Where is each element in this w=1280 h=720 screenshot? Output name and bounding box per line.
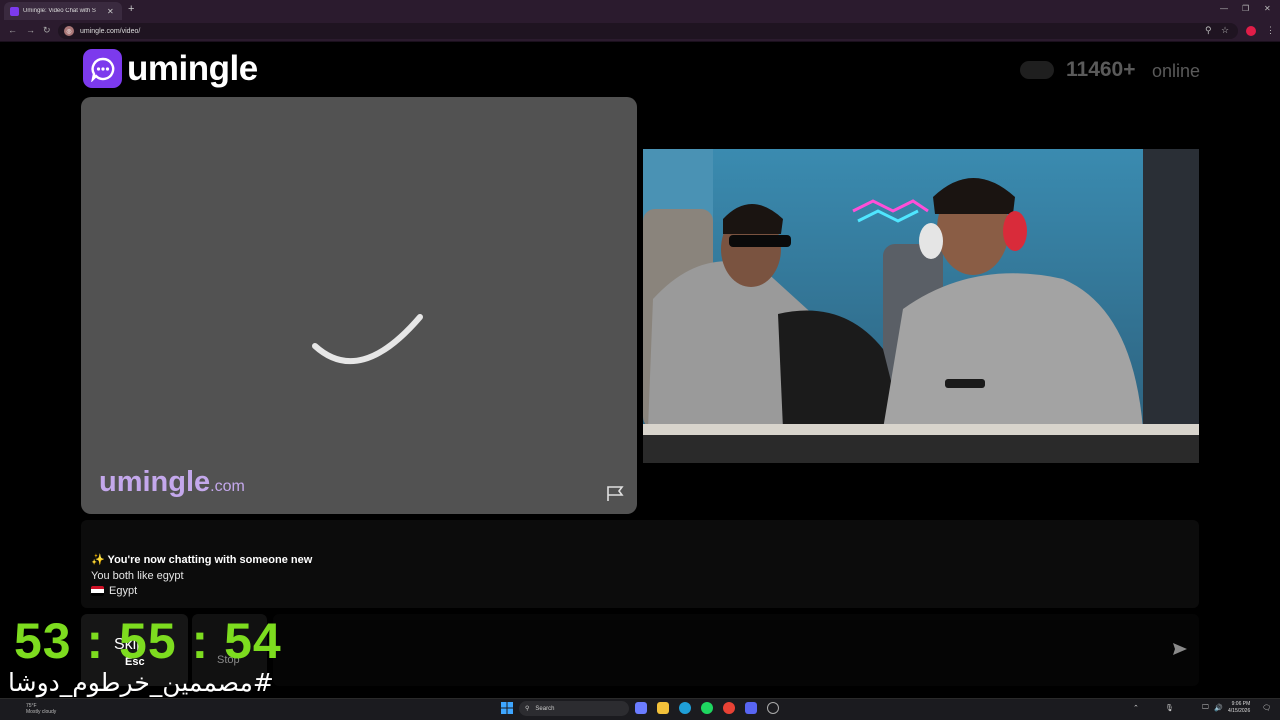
- send-icon[interactable]: [1172, 641, 1188, 657]
- close-window-icon[interactable]: ✕: [1264, 4, 1271, 13]
- system-message-new-chat: ✨ You're now chatting with someone new: [91, 554, 313, 566]
- spotify-icon[interactable]: [701, 702, 713, 714]
- tab-title: Umingle: Video Chat with S: [23, 8, 96, 14]
- chrome-icon[interactable]: [723, 702, 735, 714]
- minimize-icon[interactable]: —: [1220, 4, 1228, 13]
- self-camera-feed: [643, 149, 1199, 463]
- weather-widget[interactable]: 75°F Mostly cloudy: [26, 703, 56, 715]
- notifications-icon[interactable]: 🗨: [1262, 704, 1271, 712]
- menu-dots-icon[interactable]: ⋮: [1266, 25, 1275, 36]
- site-info-icon[interactable]: ◎: [64, 26, 74, 36]
- app-icon[interactable]: [767, 702, 779, 714]
- clock-time: 9:06 PM: [1231, 701, 1251, 707]
- umingle-favicon: [10, 6, 19, 16]
- system-message-common-interest: You both like egypt: [91, 570, 184, 582]
- windows-start-icon[interactable]: [501, 702, 513, 714]
- watermark-suffix: .com: [210, 478, 245, 495]
- bookmark-star-icon[interactable]: ☆: [1221, 25, 1229, 36]
- edge-icon[interactable]: [679, 702, 691, 714]
- theme-toggle[interactable]: [1020, 61, 1054, 79]
- taskbar-clock[interactable]: 9:06 PM 4/15/2026: [1228, 701, 1250, 715]
- egypt-flag-icon: [91, 586, 104, 596]
- weather-desc: Mostly cloudy: [26, 709, 57, 715]
- profile-avatar[interactable]: [1246, 26, 1256, 36]
- online-label: online: [1152, 61, 1201, 81]
- countdown-timer-overlay: 53 : 55 : 54: [14, 613, 282, 669]
- omnibox[interactable]: ◎ umingle.com/video/: [58, 23, 1238, 39]
- browser-tab-bar: Umingle: Video Chat with S ✕ + — ❐ ✕: [0, 0, 1280, 20]
- logo-chat-icon[interactable]: [83, 49, 122, 88]
- file-explorer-icon[interactable]: [657, 702, 669, 714]
- stranger-video-panel: [81, 97, 637, 514]
- reload-icon[interactable]: ↻: [43, 25, 51, 36]
- message-input[interactable]: [273, 614, 1199, 686]
- report-flag-icon[interactable]: [606, 484, 626, 502]
- search-icon: ⚲: [525, 706, 530, 712]
- url-text: umingle.com/video/: [80, 27, 141, 35]
- online-count: 11460+: [1066, 58, 1136, 81]
- watermark-main: umingle: [99, 466, 211, 498]
- discord-icon[interactable]: [745, 702, 757, 714]
- volume-icon[interactable]: 🔊: [1214, 704, 1223, 712]
- forward-icon[interactable]: →: [26, 25, 35, 35]
- address-bar-row: ← → ↻ ◎ umingle.com/video/ ⚲ ☆ ⋮: [0, 20, 1280, 42]
- stranger-country: Egypt: [109, 585, 138, 597]
- back-icon[interactable]: ←: [8, 25, 17, 35]
- loading-spinner-icon: [312, 314, 423, 364]
- copilot-icon[interactable]: [635, 702, 647, 714]
- close-tab-icon[interactable]: ✕: [107, 7, 114, 16]
- tray-chevron-icon[interactable]: ⌃: [1133, 704, 1139, 712]
- new-tab-icon[interactable]: +: [128, 3, 134, 15]
- network-icon[interactable]: 🖵: [1202, 704, 1209, 712]
- search-placeholder: Search: [535, 705, 555, 712]
- hashtag-overlay: #مصممين_خرطوم_دوشا: [8, 668, 274, 697]
- clock-date: 4/15/2026: [1228, 708, 1251, 714]
- logo-text[interactable]: umingle: [127, 49, 258, 89]
- zoom-icon[interactable]: ⚲: [1205, 25, 1212, 36]
- microphone-icon[interactable]: 🎙: [1165, 704, 1174, 712]
- browser-tab[interactable]: Umingle: Video Chat with S ✕: [4, 2, 122, 20]
- taskbar-search[interactable]: ⚲ Search: [519, 701, 629, 716]
- umingle-watermark: umingle.com: [99, 466, 245, 499]
- maximize-icon[interactable]: ❐: [1242, 4, 1249, 13]
